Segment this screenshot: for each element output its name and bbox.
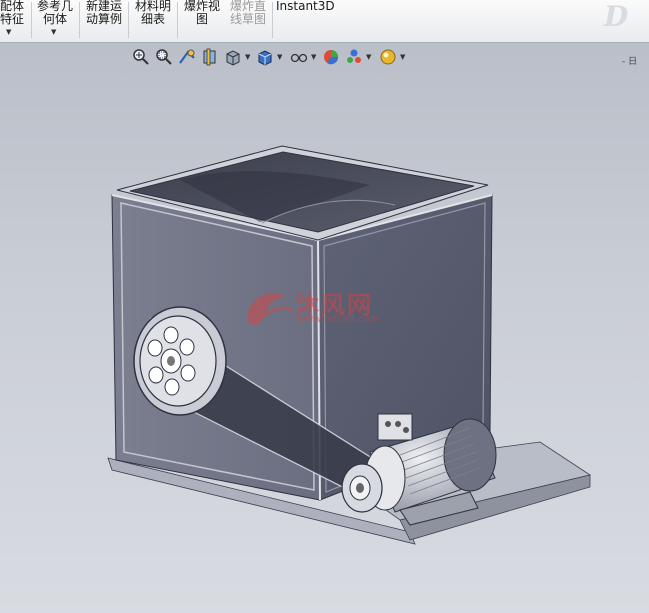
watermark-url: www.mfcad.com (297, 314, 380, 325)
apply-scene-dropdown-icon[interactable]: ▼ (366, 53, 371, 61)
assembly-feature-dropdown-icon[interactable]: ▼ (6, 28, 11, 36)
view-settings-icon[interactable] (379, 48, 397, 66)
viewport-window-controls[interactable]: - 日 (622, 54, 637, 67)
new-motion-study-label-2: 动算例 (85, 12, 122, 26)
edit-appearance-icon[interactable] (322, 48, 340, 66)
bill-of-materials-label-2: 细表 (140, 12, 165, 26)
reference-geometry-label-2: 何体 (42, 12, 67, 26)
hide-show-items-icon[interactable] (290, 48, 308, 66)
assembly-feature-button[interactable]: 配体 特征 (0, 0, 30, 42)
assembly-feature-label-2: 特征 (0, 12, 24, 26)
ribbon-separator (272, 2, 273, 38)
view-orientation-dropdown-icon[interactable]: ▼ (245, 53, 250, 61)
ribbon-separator (128, 2, 129, 38)
zoom-to-area-icon[interactable] (155, 48, 173, 66)
bill-of-materials-button[interactable]: 材料明 细表 (131, 0, 175, 42)
explode-line-sketch-button[interactable]: 爆炸直 线草图 (226, 0, 270, 42)
display-style-dropdown-icon[interactable]: ▼ (277, 53, 282, 61)
ribbon-separator (177, 2, 178, 38)
small-pulley (341, 463, 383, 513)
display-style-icon[interactable] (256, 48, 274, 66)
exploded-view-label-2: 图 (195, 12, 208, 26)
solidworks-logo: D (604, 0, 629, 33)
exploded-view-button[interactable]: 爆炸视图 (180, 0, 224, 42)
view-orientation-icon[interactable] (224, 48, 242, 66)
ribbon-separator (31, 2, 32, 38)
view-settings-dropdown-icon[interactable]: ▼ (400, 53, 405, 61)
large-pulley (133, 306, 227, 416)
graphics-area[interactable] (0, 72, 649, 613)
hide-show-dropdown-icon[interactable]: ▼ (311, 53, 316, 61)
command-manager-ribbon: 配体 特征 ▼ 参考几 何体 ▼ 新建运 动算例 材料明 细表 爆炸视图 爆炸直 线草图 … (0, 0, 649, 43)
instant3d-button[interactable]: Instant3D (276, 0, 335, 42)
section-view-icon[interactable] (201, 48, 219, 66)
zoom-to-fit-icon[interactable] (132, 48, 150, 66)
new-motion-study-button[interactable]: 新建运 动算例 (82, 0, 126, 42)
apply-scene-icon[interactable] (345, 48, 363, 66)
instant3d-label: Instant3D (276, 0, 335, 13)
previous-view-icon[interactable] (178, 48, 196, 66)
reference-geometry-dropdown-icon[interactable]: ▼ (51, 28, 56, 36)
explode-line-sketch-label-2: 线草图 (229, 12, 266, 26)
ribbon-separator (79, 2, 80, 38)
